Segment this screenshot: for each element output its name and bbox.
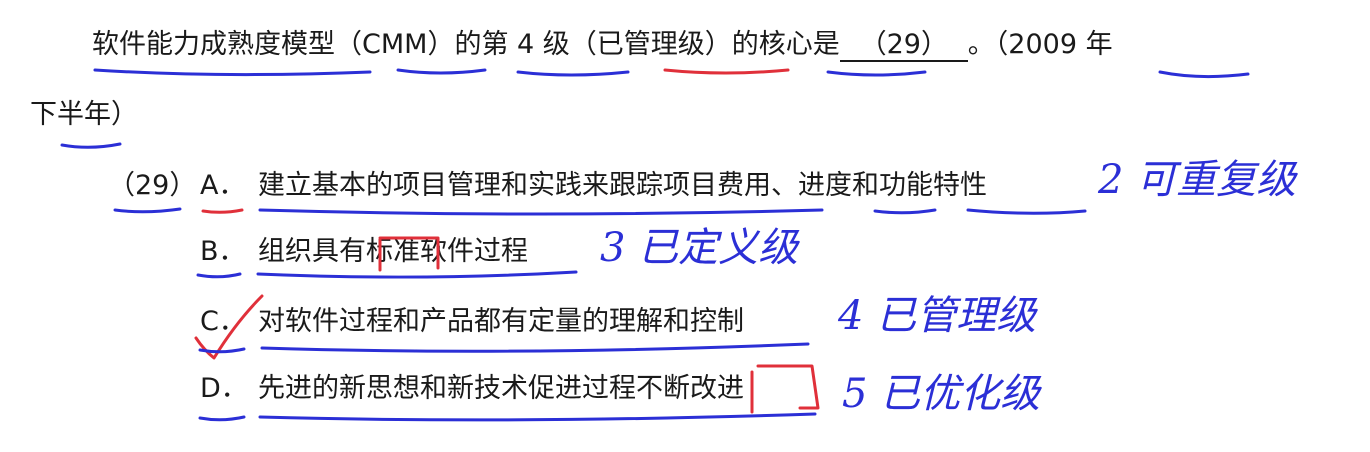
underline-option-c	[260, 342, 810, 353]
handwritten-note-a: 2 可重复级	[1098, 157, 1297, 203]
box-improvement	[750, 364, 820, 414]
underline-year	[1158, 70, 1250, 79]
underline-option-b-letter	[196, 272, 242, 279]
question-stem: 软件能力成熟度模型（CMM）的第 4 级（已管理级）的核心是 （29） 。（2009…	[92, 27, 1113, 63]
underline-option-c-letter	[198, 347, 246, 354]
underline-core	[826, 70, 927, 77]
underline-option-a-2	[873, 208, 937, 215]
question-stem-line2: 下半年）	[30, 99, 138, 130]
question-year: 。（2009 年	[967, 29, 1113, 60]
underline-stem-1	[93, 68, 372, 77]
option-a-letter: A．	[200, 170, 246, 201]
underline-option-a-3	[966, 208, 1087, 215]
option-b-letter: B．	[200, 236, 246, 267]
answer-blank: （29）	[839, 30, 968, 62]
option-c-letter: C．	[200, 306, 246, 337]
handwritten-note-b: 3 已定义级	[600, 225, 799, 271]
underline-option-d-letter	[198, 415, 246, 422]
option-c-text: 对软件过程和产品都有定量的理解和控制	[258, 306, 744, 337]
option-d-letter: D．	[200, 373, 248, 404]
underline-option-a-1	[258, 208, 824, 216]
underline-cmm	[396, 68, 487, 75]
underline-question-number	[113, 207, 182, 214]
option-d-text: 先进的新思想和新技术促进过程不断改进	[258, 373, 744, 404]
handwritten-note-c: 4 已管理级	[838, 293, 1037, 339]
underline-level4	[516, 70, 630, 77]
question-stem-text: 软件能力成熟度模型（CMM）的第 4 级（已管理级）的核心是	[92, 29, 840, 60]
underline-half-year	[60, 142, 122, 149]
option-a-text: 建立基本的项目管理和实践来跟踪项目费用、进度和功能特性	[258, 170, 987, 201]
handwritten-note-d: 5 已优化级	[842, 371, 1041, 417]
underline-option-d	[258, 412, 817, 422]
question-number: （29）	[108, 170, 197, 201]
option-b-text: 组织具有标准软件过程	[258, 236, 528, 267]
underline-managed-level	[663, 68, 790, 75]
underline-option-b	[256, 270, 578, 279]
underline-option-a-letter	[201, 208, 244, 214]
